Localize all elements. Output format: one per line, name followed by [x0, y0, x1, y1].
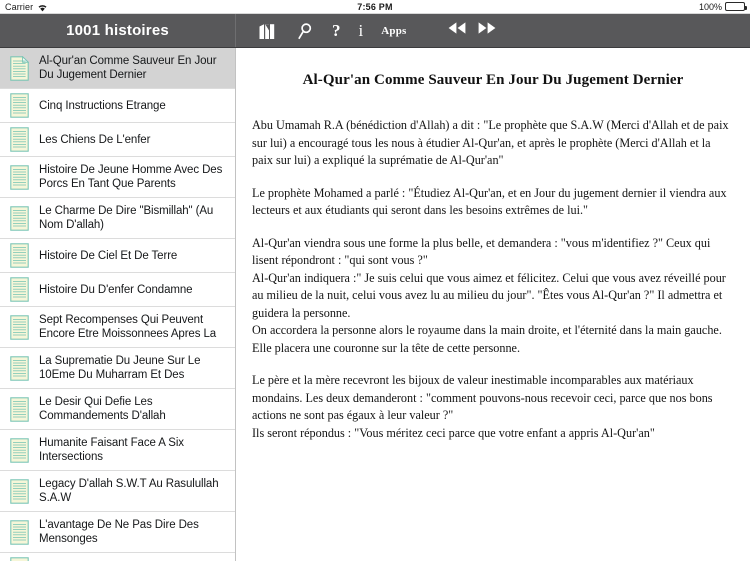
document-icon: [10, 478, 29, 504]
document-icon: [10, 127, 29, 152]
document-title: Al-Qur'an Comme Sauveur En Jour Du Jugem…: [302, 72, 684, 88]
story-list-item-label: Legacy D'allah S.W.T Au Rasulullah S.A.W: [39, 478, 219, 504]
document-paragraph-line: Al-Qur'an viendra sous une forme la plus…: [252, 235, 711, 268]
apps-button[interactable]: Apps: [372, 14, 415, 48]
story-list-item-label: Histoire De Ciel Et De Terre: [39, 249, 178, 262]
reading-pane: Al-Qur'an Comme Sauveur En Jour Du Jugem…: [236, 48, 750, 561]
document-icon: [10, 243, 29, 268]
document-icon: [10, 396, 29, 422]
story-list-item-label: Le Desir Qui Defie Les Commandements D'a…: [39, 396, 166, 422]
document-icon: [10, 557, 29, 561]
app-root: Carrier 7:56 PM 100% 1001 histoires ? i …: [0, 0, 750, 562]
next-icon: [477, 21, 497, 40]
document-paragraph-line: Le prophète Mohamed a parlé : "Étudiez A…: [252, 185, 727, 218]
story-list-item[interactable]: Cinq Instructions Etrange: [0, 89, 235, 123]
story-list-item-label: Al-Qur'an Comme Sauveur En Jour Du Jugem…: [39, 55, 217, 81]
document-icon: [10, 314, 29, 340]
story-list-item[interactable]: Les Chiens De L'enfer: [0, 123, 235, 157]
story-list-item[interactable]: Histoire De Jeune Homme Avec Des Porcs E…: [0, 157, 235, 198]
document-paragraph: Le prophète Mohamed a parlé : "Étudiez A…: [252, 185, 734, 220]
library-button[interactable]: [248, 14, 288, 48]
clock-label: 7:56 PM: [357, 1, 393, 12]
story-list-item[interactable]: Al-Qur'an Comme Sauveur En Jour Du Jugem…: [0, 48, 235, 89]
search-button[interactable]: [288, 14, 323, 48]
story-list-item-label: Histoire Du D'enfer Condamne: [39, 283, 193, 296]
content-area: Al-Qur'an Comme Sauveur En Jour Du Jugem…: [0, 48, 750, 561]
story-list-item[interactable]: La Suprematie Du Jeune Sur Le 10Eme Du M…: [0, 348, 235, 389]
next-button[interactable]: [472, 21, 502, 40]
document-paragraph-line: On accordera la personne alors le royaum…: [252, 323, 722, 355]
story-list-item-label: Cinq Instructions Etrange: [39, 99, 166, 112]
document-paragraph: Le père et la mère recevront les bijoux …: [252, 372, 734, 442]
story-list-item[interactable]: L'avantage De Ne Pas Dire Des Mensonges: [0, 512, 235, 553]
navbar-title-area: 1001 histoires: [0, 14, 236, 47]
apps-label: Apps: [381, 24, 407, 37]
document-paragraph-line: Le père et la mère recevront les bijoux …: [252, 373, 713, 422]
document-icon: [10, 277, 29, 302]
story-list-item-label: Le Charme De Dire "Bismillah" (Au Nom D'…: [39, 205, 214, 231]
story-list-item[interactable]: Le Desir Qui Defie Les Commandements D'a…: [0, 389, 235, 430]
story-list-item[interactable]: Sept Recompenses Qui Peuvent Encore Etre…: [0, 307, 235, 348]
story-list-item[interactable]: Histoire Du D'enfer Condamne: [0, 273, 235, 307]
document-icon: [10, 205, 29, 231]
document-icon: [10, 437, 29, 463]
previous-button[interactable]: [442, 21, 472, 40]
story-list-item[interactable]: Histoire De Ciel Et De Terre: [0, 239, 235, 273]
story-list-item[interactable]: Pierres Particulières: [0, 553, 235, 561]
info-button[interactable]: i: [350, 14, 373, 48]
document-icon: [10, 355, 29, 381]
document-icon: [10, 93, 29, 118]
story-list-item-label: Humanite Faisant Face A Six Intersection…: [39, 437, 184, 463]
document-body: Abu Umamah R.A (bénédiction d'Allah) a d…: [252, 117, 734, 442]
battery-full-icon: [725, 2, 747, 11]
document-paragraph-line: Al-Qur'an indiquera :" Je suis celui que…: [252, 270, 726, 320]
document-paragraph: Abu Umamah R.A (bénédiction d'Allah) a d…: [252, 117, 734, 170]
library-icon: [257, 20, 279, 42]
story-list-item-label: Histoire De Jeune Homme Avec Des Porcs E…: [39, 164, 223, 190]
story-list-item[interactable]: Le Charme De Dire "Bismillah" (Au Nom D'…: [0, 198, 235, 239]
story-list-item-label: La Suprematie Du Jeune Sur Le 10Eme Du M…: [39, 355, 201, 381]
document-icon: [10, 55, 29, 81]
story-list[interactable]: Al-Qur'an Comme Sauveur En Jour Du Jugem…: [0, 48, 236, 561]
document-paragraph-line: Abu Umamah R.A (bénédiction d'Allah) a d…: [252, 118, 729, 167]
story-list-item-label: Pierres Particulières: [39, 557, 140, 562]
navigation-bar: 1001 histoires ? i Apps: [0, 14, 750, 48]
document-paragraph: Al-Qur'an viendra sous une forme la plus…: [252, 235, 734, 358]
status-bar: Carrier 7:56 PM 100%: [0, 0, 750, 14]
previous-icon: [447, 21, 467, 40]
search-icon: [297, 22, 314, 40]
story-list-item-label: L'avantage De Ne Pas Dire Des Mensonges: [39, 519, 199, 545]
info-icon: i: [358, 21, 364, 40]
document-paragraph-line: Ils seront répondus : "Vous méritez ceci…: [252, 425, 655, 440]
document-icon: [10, 164, 29, 190]
help-icon: ?: [332, 21, 341, 40]
help-button[interactable]: ?: [323, 14, 350, 48]
story-list-item-label: Les Chiens De L'enfer: [39, 133, 151, 146]
toolbar: ? i Apps: [236, 14, 750, 47]
story-list-item[interactable]: Humanite Faisant Face A Six Intersection…: [0, 430, 235, 471]
app-title: 1001 histoires: [66, 22, 169, 39]
document-icon: [10, 519, 29, 545]
story-list-item-label: Sept Recompenses Qui Peuvent Encore Etre…: [39, 314, 217, 340]
story-list-item[interactable]: Legacy D'allah S.W.T Au Rasulullah S.A.W: [0, 471, 235, 512]
